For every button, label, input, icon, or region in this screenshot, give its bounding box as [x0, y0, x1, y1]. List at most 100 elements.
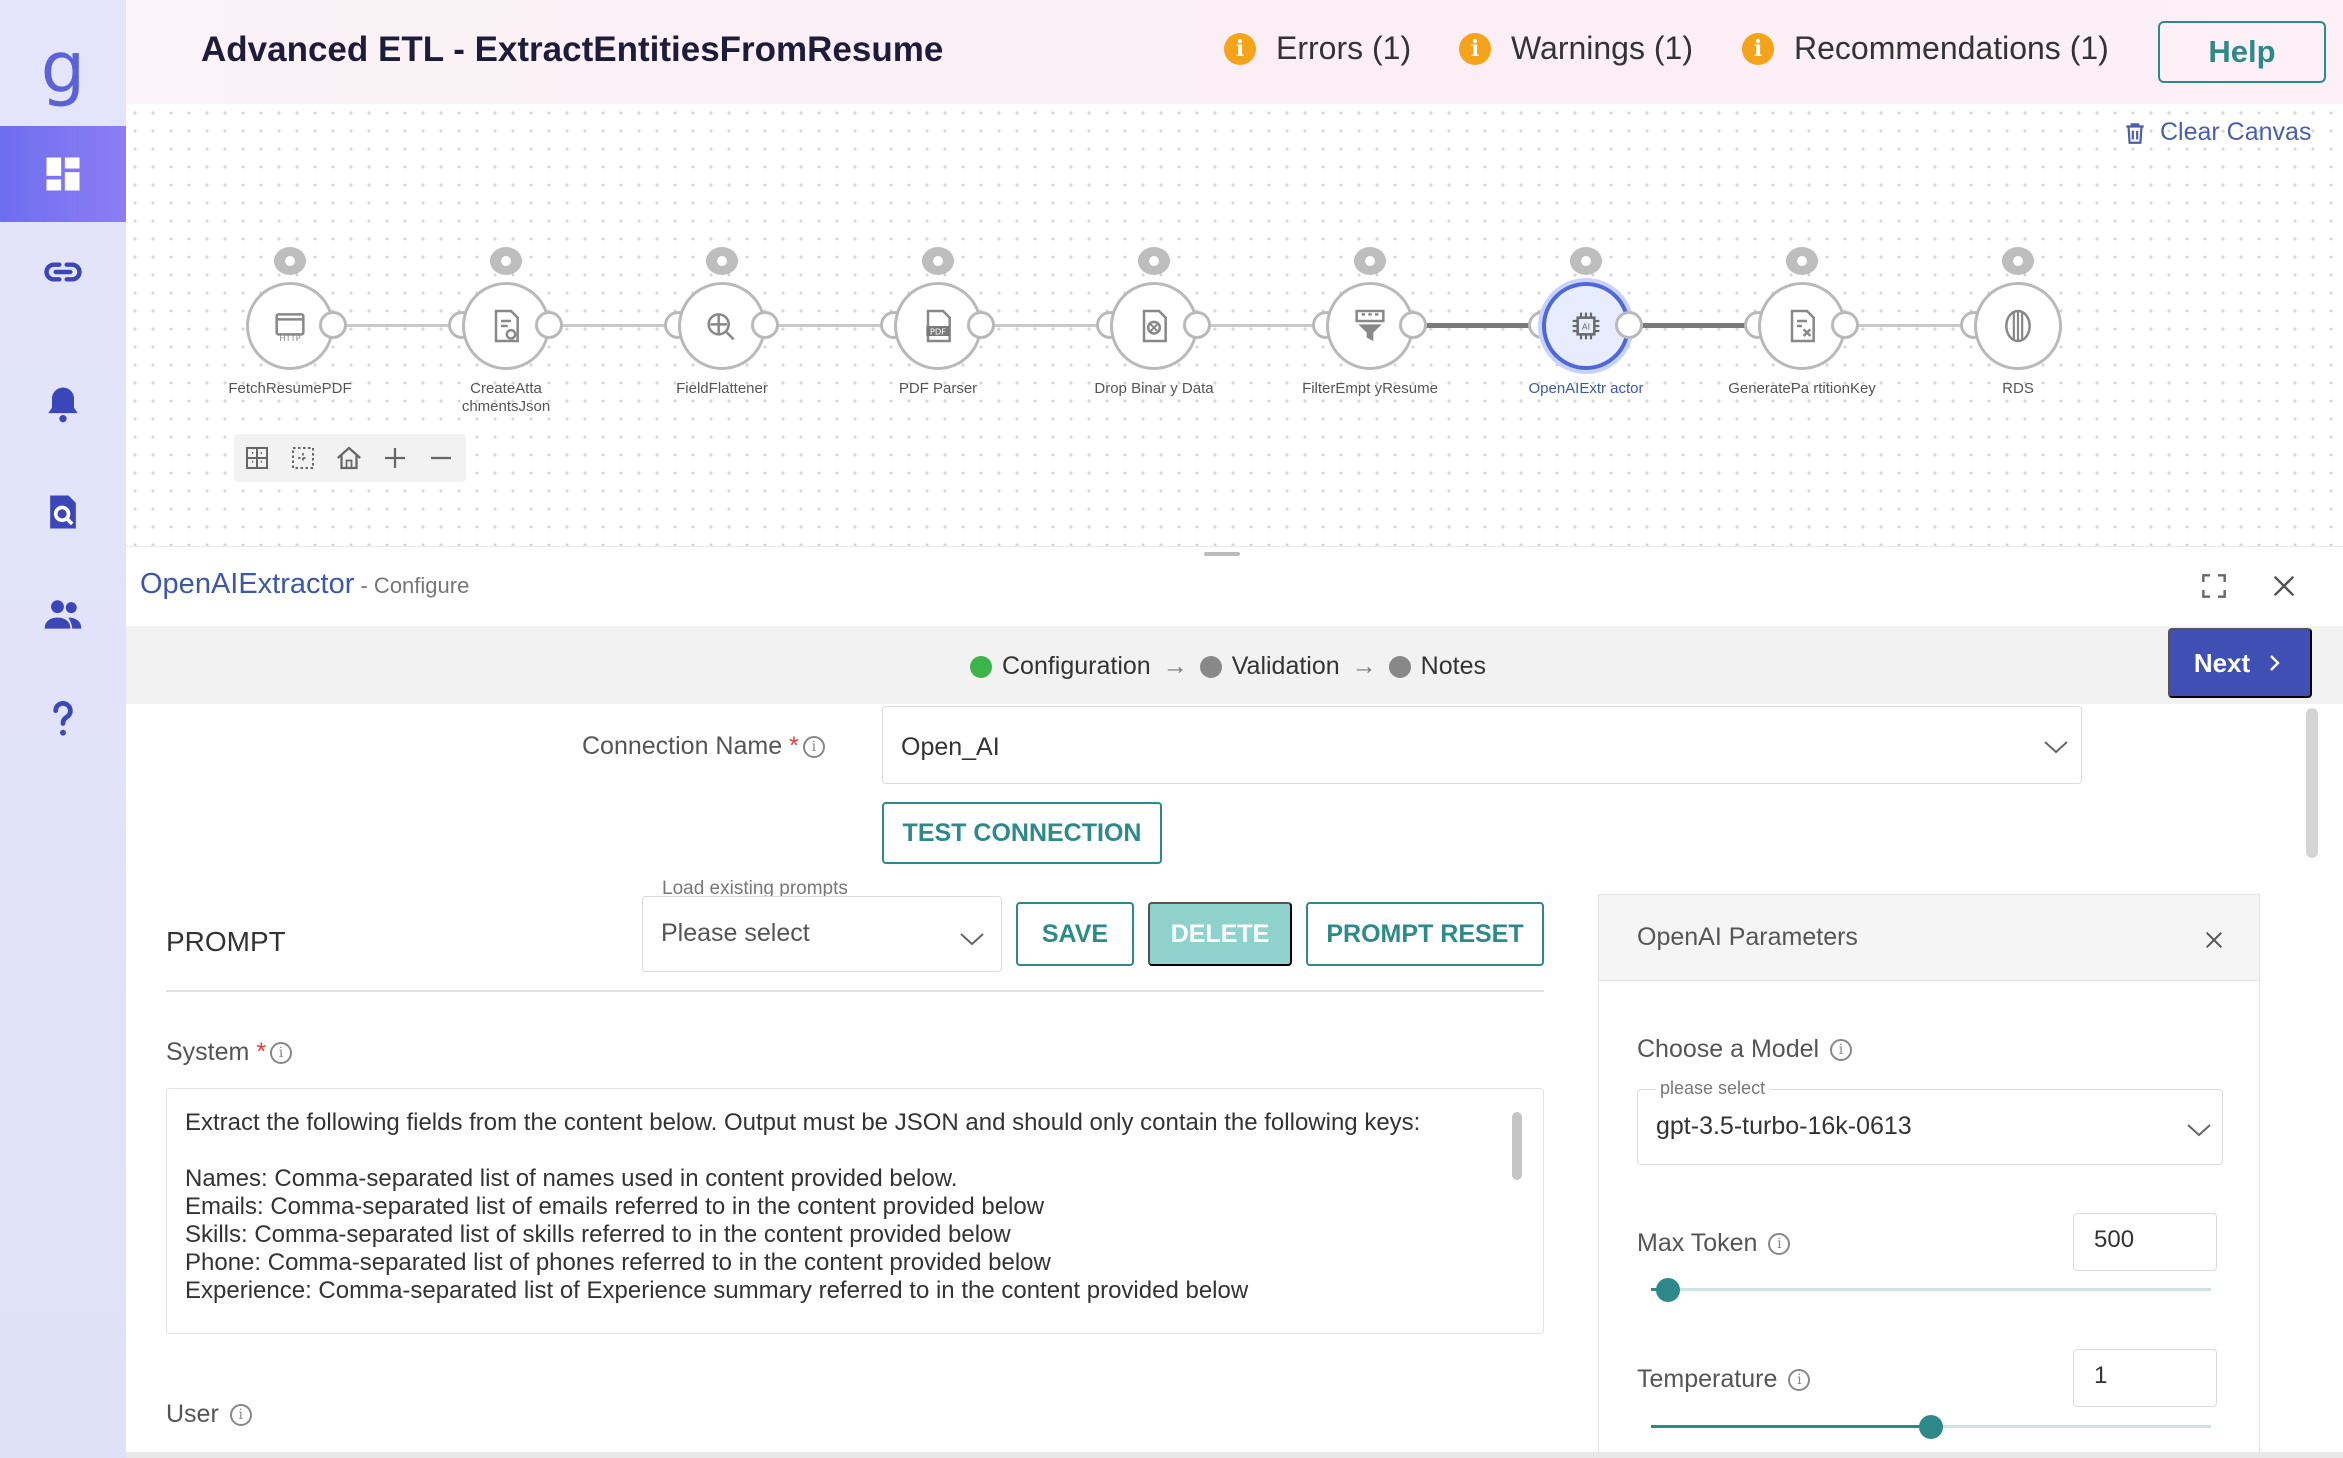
node-output-port[interactable] — [1831, 311, 1859, 339]
expand-button[interactable] — [2194, 566, 2234, 606]
question-icon — [53, 701, 73, 736]
eye-icon[interactable] — [274, 247, 306, 275]
connection-name-value: Open_AI — [901, 733, 1000, 761]
close-icon — [2273, 575, 2295, 597]
pipeline-edge — [1857, 324, 1972, 327]
eye-icon[interactable] — [490, 247, 522, 275]
bell-icon — [48, 387, 78, 423]
database-icon — [2005, 309, 2031, 343]
sidebar-item-dashboard[interactable] — [0, 126, 126, 222]
app-logo[interactable]: g — [0, 20, 126, 116]
arrow-icon: → — [1162, 652, 1188, 680]
model-select[interactable]: please select gpt-3.5-turbo-16k-0613 — [1637, 1078, 2223, 1165]
clear-canvas-button[interactable]: Clear Canvas — [2122, 118, 2311, 147]
canvas-toolbar — [234, 434, 466, 482]
pipeline-edge — [1209, 324, 1324, 327]
max-token-input[interactable]: 500 — [2073, 1213, 2217, 1271]
fullscreen-icon — [2202, 574, 2226, 598]
info-icon: i — [1742, 32, 1774, 65]
warnings-indicator[interactable]: i Warnings (1) — [1459, 30, 1693, 67]
info-icon: i — [1459, 32, 1491, 65]
pipeline-node-rds[interactable] — [1974, 282, 2062, 370]
step-notes[interactable]: Notes — [1421, 652, 1486, 681]
temperature-slider-thumb[interactable] — [1919, 1415, 1943, 1439]
sidebar-item-notifications[interactable] — [0, 356, 126, 452]
step-configuration[interactable]: Configuration — [1002, 652, 1151, 681]
system-prompt-textarea[interactable]: Extract the following fields from the co… — [166, 1088, 1544, 1334]
prompt-heading: PROMPT — [166, 926, 286, 957]
sidebar-item-inspect[interactable] — [0, 464, 126, 560]
textarea-scrollbar[interactable] — [1512, 1112, 1522, 1180]
chevron-down-icon — [2044, 741, 2068, 754]
panel-resize-handle[interactable] — [1204, 552, 1240, 556]
info-icon[interactable]: i — [270, 1042, 293, 1065]
eye-icon[interactable] — [2002, 247, 2034, 275]
eye-icon[interactable] — [1138, 247, 1170, 275]
model-value: gpt-3.5-turbo-16k-0613 — [1656, 1112, 1912, 1140]
page-title: Advanced ETL - ExtractEntitiesFromResume — [201, 30, 944, 69]
sidebar-item-users[interactable] — [0, 566, 126, 662]
eye-icon[interactable] — [1786, 247, 1818, 275]
fit-view-button[interactable] — [234, 434, 280, 482]
node-label: FilterEmpt yResume — [1302, 380, 1438, 397]
close-icon[interactable] — [2203, 929, 2225, 951]
drop-file-icon — [1142, 309, 1167, 343]
svg-text:PDF: PDF — [930, 326, 946, 336]
eye-icon[interactable] — [922, 247, 954, 275]
sidebar-item-help[interactable] — [0, 670, 126, 766]
zoom-in-button[interactable] — [372, 434, 418, 482]
node-output-port[interactable] — [535, 311, 563, 339]
help-button[interactable]: Help — [2158, 21, 2326, 83]
select-area-button[interactable] — [280, 434, 326, 482]
dashboard-icon — [46, 157, 80, 191]
home-view-button[interactable] — [326, 434, 372, 482]
save-button[interactable]: SAVE — [1016, 902, 1134, 966]
info-icon[interactable]: i — [1768, 1233, 1791, 1256]
svg-text:AI: AI — [1582, 321, 1590, 331]
errors-indicator[interactable]: i Errors (1) — [1224, 30, 1411, 67]
temperature-input[interactable]: 1 — [2073, 1349, 2217, 1407]
ai-chip-icon: AI — [1572, 312, 1600, 340]
pipeline-edge — [561, 324, 676, 327]
node-output-port[interactable] — [967, 311, 995, 339]
pipeline-edge — [1641, 323, 1756, 328]
prompt-reset-button[interactable]: PROMPT RESET — [1306, 902, 1544, 966]
grid-icon — [246, 447, 268, 469]
node-output-port[interactable] — [1399, 311, 1427, 339]
delete-button[interactable]: DELETE — [1148, 902, 1292, 966]
arrow-icon: → — [1351, 652, 1377, 680]
eye-icon[interactable] — [1354, 247, 1386, 275]
node-label: OpenAIExtr actor — [1528, 380, 1644, 397]
sidebar-item-connections[interactable] — [0, 224, 126, 320]
connection-name-select[interactable]: Open_AI — [882, 706, 2082, 784]
node-output-port[interactable] — [751, 311, 779, 339]
info-icon[interactable]: i — [1788, 1369, 1811, 1392]
panel-scrollbar[interactable] — [2306, 708, 2318, 858]
close-panel-button[interactable] — [2264, 566, 2304, 606]
eye-icon[interactable] — [1570, 247, 1602, 275]
info-icon[interactable]: i — [1830, 1039, 1853, 1062]
node-output-port[interactable] — [1615, 311, 1643, 339]
parameters-title: OpenAI Parameters — [1637, 923, 1858, 951]
info-icon[interactable]: i — [229, 1404, 252, 1427]
next-button[interactable]: Next — [2168, 628, 2312, 698]
max-token-slider-track[interactable] — [1651, 1288, 2211, 1291]
node-output-port[interactable] — [1183, 311, 1211, 339]
search-document-icon — [50, 495, 76, 529]
test-connection-button[interactable]: TEST CONNECTION — [882, 802, 1162, 864]
info-icon[interactable]: i — [802, 736, 825, 759]
document-gear-icon — [494, 309, 519, 343]
zoom-out-button[interactable] — [418, 434, 464, 482]
bottom-border — [126, 1452, 2343, 1458]
node-output-port[interactable] — [319, 311, 347, 339]
load-prompts-select[interactable]: Please select — [642, 896, 1002, 972]
recommendations-indicator[interactable]: i Recommendations (1) — [1742, 30, 2109, 67]
step-validation[interactable]: Validation — [1232, 652, 1340, 681]
panel-title: OpenAIExtractor - Configure — [140, 568, 469, 601]
home-icon — [337, 446, 361, 470]
max-token-slider-thumb[interactable] — [1656, 1278, 1680, 1302]
pdf-icon: PDF — [926, 309, 951, 343]
node-label: FetchResumePDF — [228, 380, 352, 397]
eye-icon[interactable] — [706, 247, 738, 275]
link-icon — [44, 262, 82, 282]
